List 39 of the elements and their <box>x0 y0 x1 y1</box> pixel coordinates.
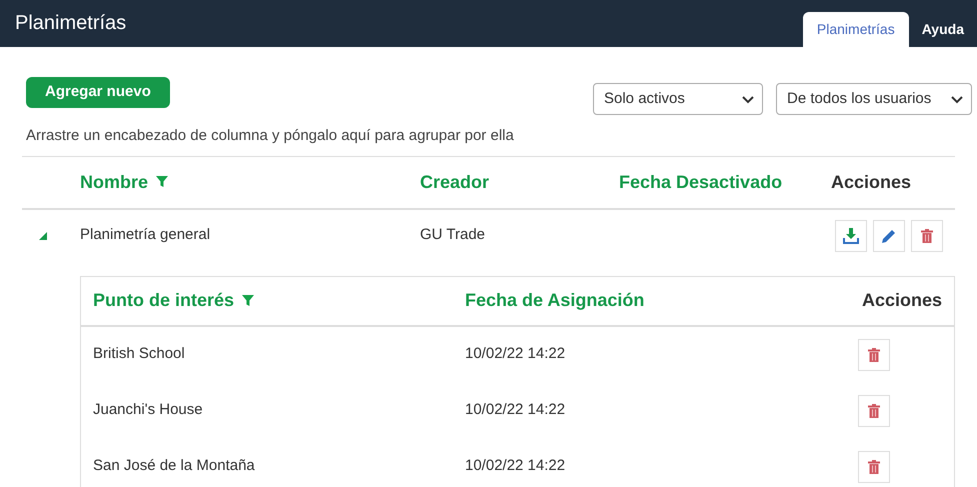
table-cell-text: British School <box>93 344 186 364</box>
edit-button[interactable] <box>873 220 905 252</box>
add-new-button[interactable]: Agregar nuevo <box>26 77 170 108</box>
chevron-down-icon <box>951 96 963 104</box>
delete-button[interactable] <box>858 450 890 482</box>
collapse-icon[interactable] <box>39 232 47 240</box>
table-cell-text: Juanchi's House <box>93 400 204 420</box>
delete-button[interactable] <box>911 220 943 252</box>
filter-icon[interactable] <box>156 176 168 188</box>
column-header[interactable]: Fecha Desactivado <box>619 168 782 196</box>
column-header[interactable]: Acciones <box>862 287 942 314</box>
table-cell-text: 10/02/22 14:22 <box>465 400 566 420</box>
column-header[interactable]: Acciones <box>831 168 912 196</box>
download-button[interactable] <box>835 220 867 252</box>
table-cell-text: San José de la Montaña <box>93 456 256 476</box>
table-cell-text: 10/02/22 14:22 <box>465 344 566 364</box>
table-cell-text: 10/02/22 14:22 <box>465 456 566 476</box>
column-header[interactable]: Fecha de Asignación <box>465 287 644 314</box>
delete-button[interactable] <box>858 338 890 370</box>
table-cell-text: GU Trade <box>420 225 486 246</box>
column-header[interactable]: Punto de interés <box>93 287 234 314</box>
table-cell-text: Planimetría general <box>80 225 212 246</box>
download-icon <box>843 228 859 244</box>
chevron-down-icon <box>742 96 754 104</box>
nav-tab[interactable]: Planimetrías <box>802 12 909 47</box>
delete-button[interactable] <box>858 394 890 426</box>
filter-select[interactable]: Solo activos <box>593 83 763 115</box>
nav-tab[interactable]: Ayuda <box>908 12 977 47</box>
trash-icon <box>868 460 880 474</box>
column-header[interactable]: Creador <box>420 168 490 196</box>
trash-icon <box>868 404 880 418</box>
pencil-icon <box>882 228 896 242</box>
group-hint: Arrastre un encabezado de columna y póngalo aquí para agrupar por ella <box>26 126 515 146</box>
page-title: Planimetrías <box>15 10 126 36</box>
column-header[interactable]: Nombre <box>80 168 148 196</box>
trash-icon <box>921 228 933 242</box>
filter-select[interactable]: De todos los usuarios <box>776 83 972 115</box>
filter-icon[interactable] <box>242 294 254 306</box>
trash-icon <box>868 348 880 362</box>
